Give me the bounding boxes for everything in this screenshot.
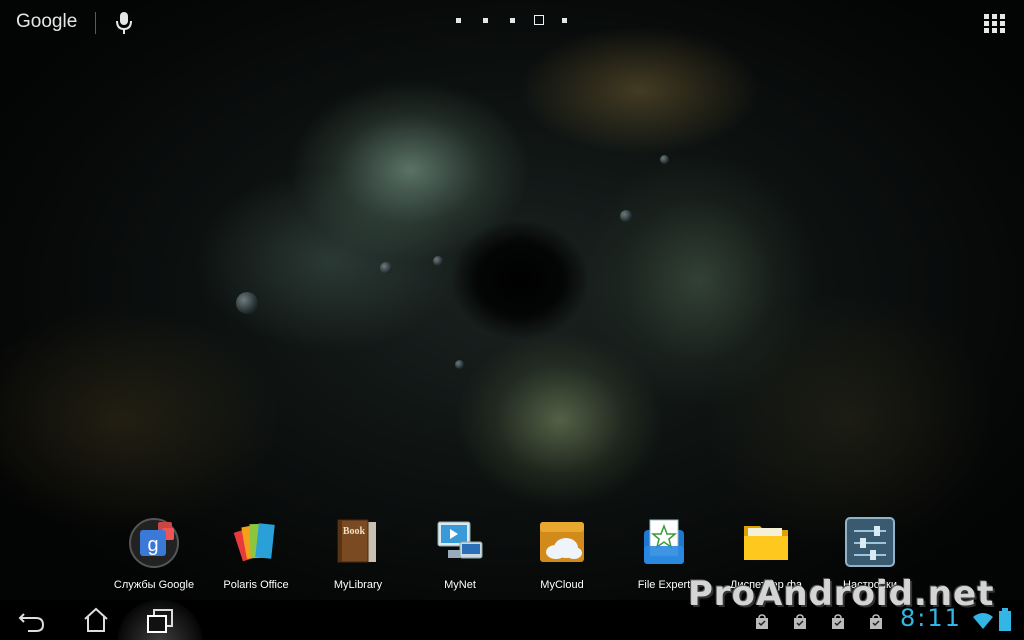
wifi-icon (973, 613, 993, 629)
home-icon[interactable] (80, 604, 112, 636)
planet-decoration (433, 256, 443, 266)
planet-decoration (380, 262, 392, 274)
battery-icon (999, 608, 1011, 631)
app-label: MyNet (444, 579, 476, 591)
page-dot-current (534, 15, 544, 25)
planet-decoration (620, 210, 632, 222)
top-bar: Google (0, 0, 1024, 44)
microphone-icon[interactable] (112, 10, 136, 36)
app-mylibrary[interactable]: Book MyLibrary (308, 516, 408, 591)
svg-text:g: g (147, 534, 158, 556)
page-dot (483, 18, 488, 23)
app-label: Polaris Office (223, 579, 289, 591)
notification-bag-icon[interactable] (792, 614, 808, 630)
page-dot (456, 18, 461, 23)
recent-apps-icon[interactable] (144, 604, 176, 636)
google-services-icon: g (129, 518, 179, 568)
page-dot (562, 18, 567, 23)
mynet-icon (437, 521, 483, 559)
app-mycloud[interactable]: MyCloud (512, 516, 612, 591)
notification-bag-icon[interactable] (754, 614, 770, 630)
app-mynet[interactable]: MyNet (410, 516, 510, 591)
planet-decoration (455, 360, 464, 369)
app-google-services[interactable]: g Службы Google (104, 516, 204, 591)
mycloud-icon (540, 522, 584, 562)
page-dot (510, 18, 515, 23)
google-search-label[interactable]: Google (16, 11, 77, 33)
all-apps-icon[interactable] (984, 14, 1006, 33)
notification-bag-icon[interactable] (868, 614, 884, 630)
planet-decoration (660, 155, 669, 164)
file-manager-folder-icon (744, 526, 788, 560)
status-clock[interactable]: 8:11 (900, 604, 962, 632)
polaris-office-icon (233, 523, 275, 562)
svg-text:Book: Book (343, 526, 366, 537)
notification-bag-icon[interactable] (830, 614, 846, 630)
planet-decoration (236, 292, 258, 314)
app-label: Службы Google (113, 579, 195, 591)
mylibrary-book-icon: Book (337, 519, 376, 563)
search-divider (95, 12, 96, 34)
settings-sliders-icon (845, 517, 895, 567)
app-label: MyCloud (540, 579, 584, 591)
back-icon[interactable] (16, 604, 48, 636)
app-polaris-office[interactable]: Polaris Office (206, 516, 306, 591)
file-expert-icon (644, 519, 684, 564)
app-label: MyLibrary (333, 579, 383, 591)
